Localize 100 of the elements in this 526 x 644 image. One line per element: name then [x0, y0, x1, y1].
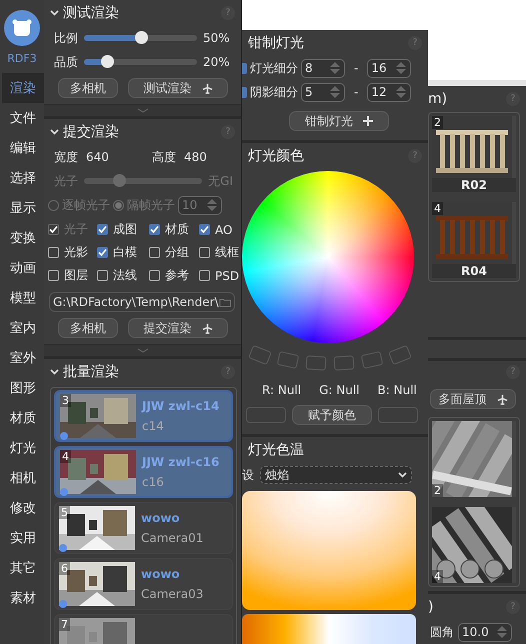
slider-thumb[interactable]: [100, 55, 114, 68]
min-spinner[interactable]: 8: [301, 58, 345, 78]
nav-item[interactable]: 图形: [2, 373, 44, 403]
nav-item[interactable]: 实用: [2, 523, 44, 553]
item-title: JJW zwl-c14: [142, 399, 220, 413]
path-field[interactable]: G:\RDFactory\Temp\Render\: [49, 292, 235, 312]
chevron-icon[interactable]: [50, 129, 59, 135]
checkbox[interactable]: [149, 247, 160, 258]
clamp-button[interactable]: 钳制灯光: [289, 111, 389, 131]
tile-label: R02: [432, 178, 516, 192]
checkbox[interactable]: [48, 247, 59, 258]
camera-item[interactable]: 7: [54, 614, 233, 644]
nav-item[interactable]: 其它: [2, 553, 44, 583]
roof-button[interactable]: 多面屋顶: [430, 389, 516, 409]
spinner-arrows-icon[interactable]: [329, 85, 341, 99]
radio-button[interactable]: [113, 200, 124, 210]
checkbox[interactable]: [199, 247, 210, 258]
color-slot[interactable]: [306, 356, 326, 371]
nav-item[interactable]: 文件: [2, 103, 44, 133]
railing-tile[interactable]: 4 R04: [432, 202, 516, 278]
checkbox[interactable]: [97, 270, 108, 281]
max-spinner[interactable]: 16: [367, 58, 412, 78]
checkbox[interactable]: [149, 270, 160, 281]
preset-dropdown[interactable]: 烛焰: [260, 466, 412, 484]
color-slot[interactable]: [388, 345, 412, 366]
assign-color-button[interactable]: 赋予颜色: [292, 405, 372, 426]
color-swatch[interactable]: [378, 407, 418, 424]
slider-thumb[interactable]: [113, 174, 126, 187]
checkbox[interactable]: [97, 247, 108, 258]
nav-item[interactable]: 修改: [2, 493, 44, 523]
checkbox[interactable]: [199, 270, 210, 281]
chevron-icon[interactable]: [50, 10, 59, 16]
nav-item[interactable]: 选择: [2, 163, 44, 193]
tile-number: 4: [432, 202, 443, 215]
temperature-bar[interactable]: [242, 614, 416, 644]
item-number: 6: [59, 562, 70, 575]
spinner-arrows-icon[interactable]: [395, 61, 408, 75]
color-slot[interactable]: [334, 356, 354, 371]
color-slot[interactable]: [276, 351, 300, 370]
folder-icon[interactable]: [218, 296, 231, 308]
section-title: 批量渲染: [63, 363, 120, 381]
slider-thumb[interactable]: [134, 31, 148, 44]
radio-button[interactable]: [48, 200, 59, 210]
checkbox-label: 光子: [64, 221, 88, 238]
render-button[interactable]: 多相机: [58, 78, 118, 98]
render-button[interactable]: 测试渲染: [128, 78, 228, 98]
camera-item[interactable]: 3 JJW zwl-c14 c14: [54, 390, 233, 442]
railing-tile[interactable]: 2 R02: [432, 116, 516, 192]
camera-item[interactable]: 4 JJW zwl-c16 c16: [54, 446, 233, 498]
render-button[interactable]: 提交渲染: [128, 318, 228, 338]
slider-reading: 无GI: [208, 172, 233, 190]
spinner-arrows-icon[interactable]: [496, 625, 508, 639]
checkbox[interactable]: [242, 62, 247, 74]
checkbox[interactable]: [48, 270, 59, 281]
spinner-arrows-icon[interactable]: [206, 198, 218, 212]
plane-icon: [202, 322, 212, 334]
render-button[interactable]: 多相机: [58, 318, 118, 338]
color-slot[interactable]: [248, 345, 272, 366]
color-slot[interactable]: [360, 351, 384, 370]
chevron-icon[interactable]: [50, 369, 59, 375]
camera-item[interactable]: 5 wowo Camera01: [54, 502, 233, 554]
item-number: 3: [60, 394, 71, 407]
checkbox[interactable]: [149, 224, 160, 235]
spinner-arrows-icon[interactable]: [395, 85, 408, 99]
tile-label: R04: [432, 264, 516, 278]
max-spinner[interactable]: 12: [367, 82, 412, 102]
nav-item[interactable]: 相机: [2, 463, 44, 493]
color-swatch[interactable]: [246, 407, 286, 424]
nav-item[interactable]: 灯光: [2, 433, 44, 463]
item-number: 5: [59, 506, 70, 519]
nav-item[interactable]: 变换: [2, 223, 44, 253]
checkbox[interactable]: [97, 224, 108, 235]
nav-item[interactable]: 模型: [2, 283, 44, 313]
status-dot: [60, 488, 68, 496]
collapse-icon[interactable]: [136, 348, 148, 353]
checkbox-label: 分组: [165, 244, 189, 261]
item-subtitle: Camera01: [141, 531, 204, 545]
checkbox[interactable]: [242, 86, 247, 98]
temperature-preview[interactable]: [242, 491, 416, 610]
nav-item[interactable]: 动画: [2, 253, 44, 283]
nav-item[interactable]: 材质: [2, 403, 44, 433]
nav-item[interactable]: 渲染: [2, 73, 44, 103]
corner-spinner[interactable]: 10.0: [458, 622, 512, 642]
roof-tile[interactable]: 2: [432, 421, 516, 497]
slider-label: 品质: [54, 54, 78, 70]
collapse-icon[interactable]: [136, 108, 148, 113]
nav-item[interactable]: 素材: [2, 583, 44, 613]
item-subtitle: c14: [142, 419, 165, 433]
checkbox-label: 材质: [165, 221, 189, 238]
radio-label: 逐帧光子: [62, 196, 110, 214]
roof-tile[interactable]: 4: [432, 507, 516, 583]
nav-item[interactable]: 显示: [2, 193, 44, 223]
nav-item[interactable]: 室外: [2, 343, 44, 373]
nav-item[interactable]: 编辑: [2, 133, 44, 163]
spinner-arrows-icon[interactable]: [329, 61, 341, 75]
camera-item[interactable]: 6 wowo Camera03: [54, 558, 233, 610]
chevron-icon[interactable]: [398, 472, 407, 478]
nav-item[interactable]: 室内: [2, 313, 44, 343]
checkbox[interactable]: [199, 224, 210, 235]
min-spinner[interactable]: 5: [301, 82, 345, 102]
